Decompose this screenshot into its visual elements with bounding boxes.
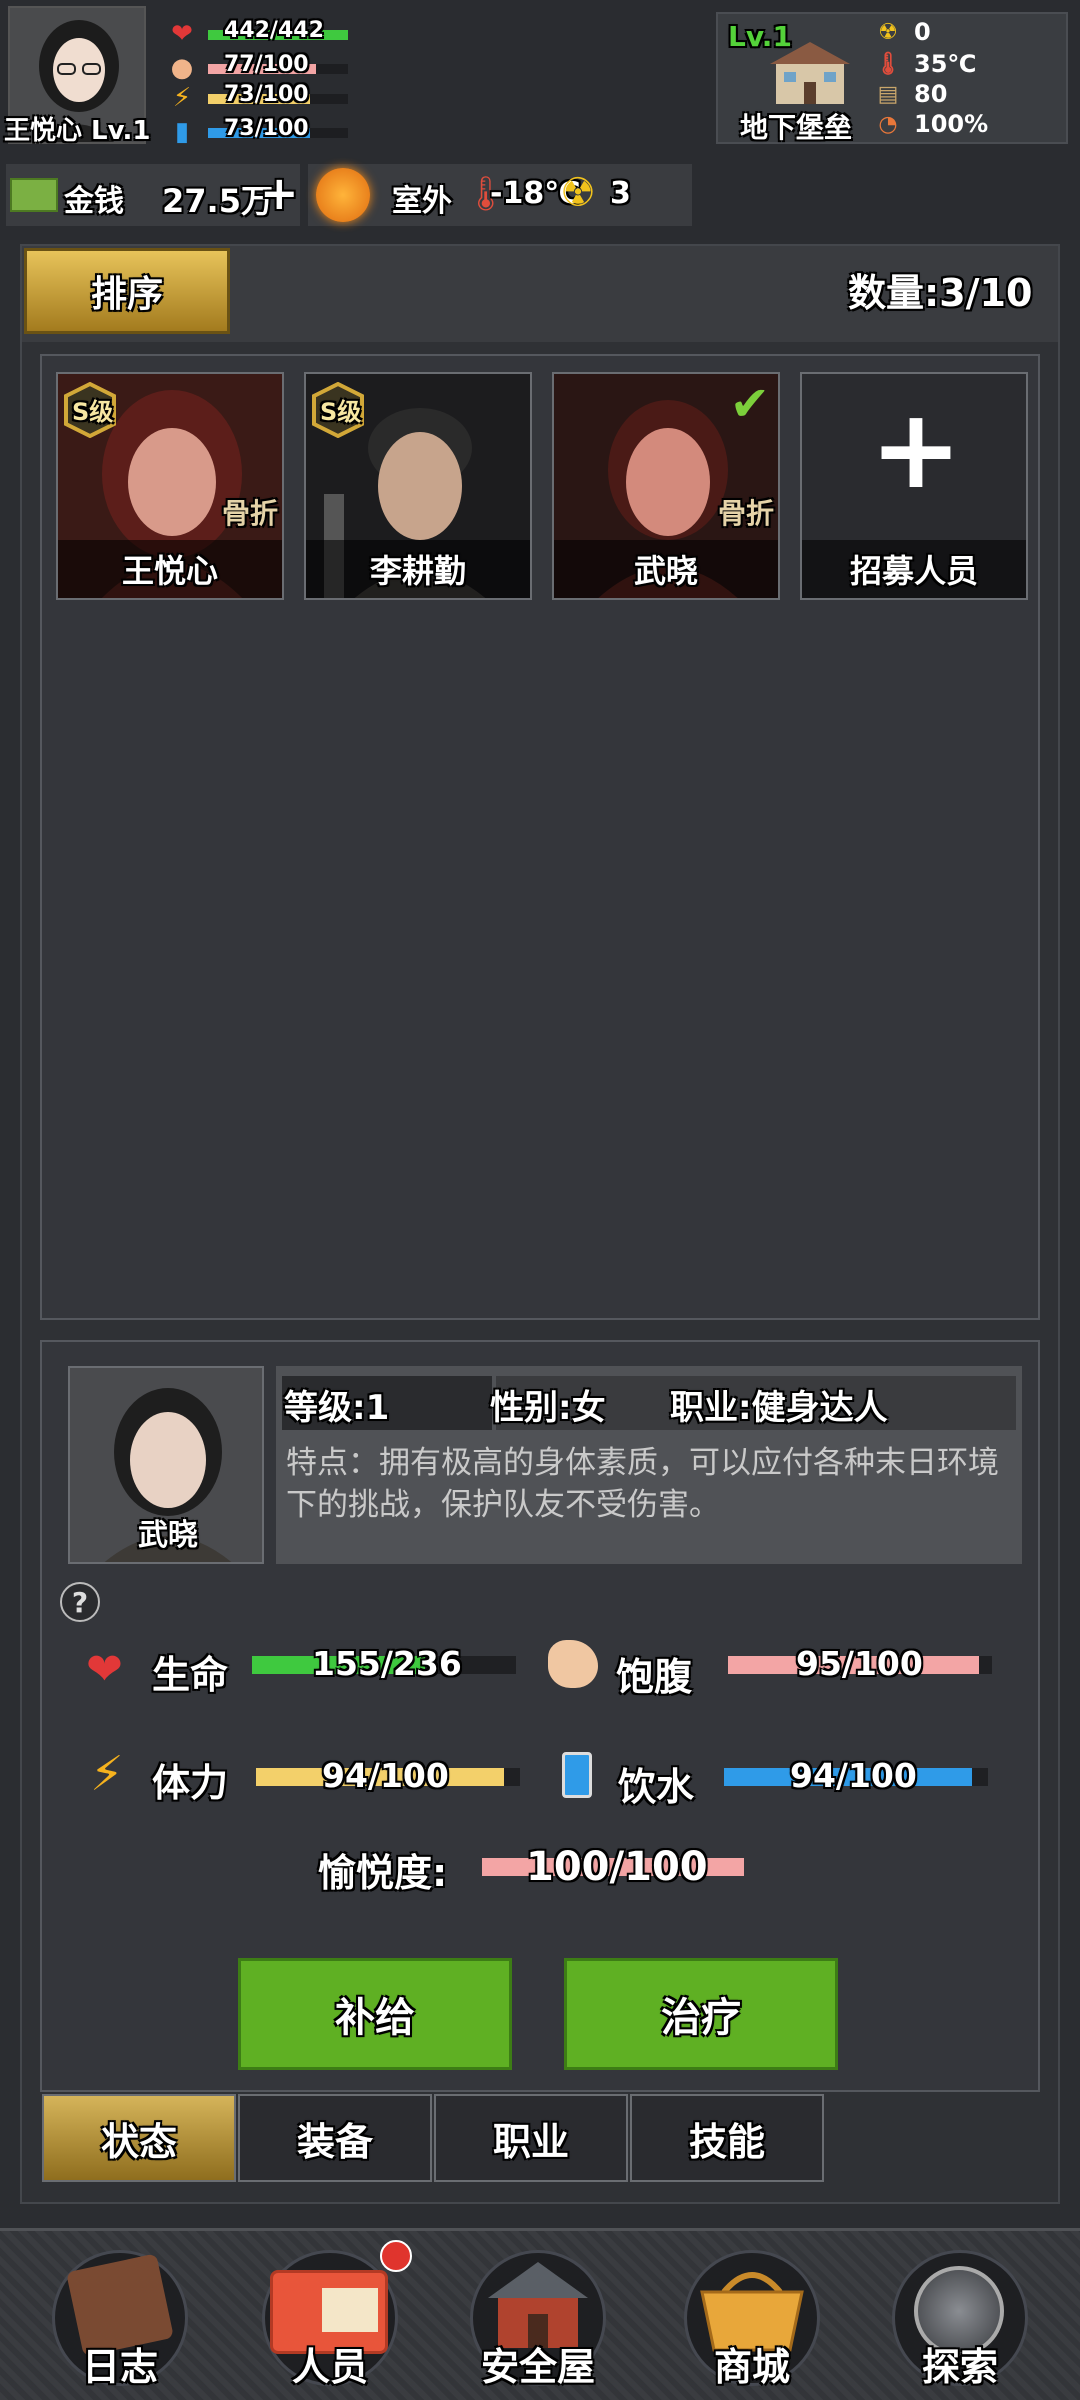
shelter-temperature-value: 35℃ bbox=[914, 50, 977, 78]
recruit-label: 招募人员 bbox=[802, 540, 1026, 598]
hunger-value: 95/100 bbox=[796, 1644, 923, 1683]
heal-button[interactable]: 治疗 bbox=[564, 1958, 838, 2070]
heart-icon: ❤ bbox=[171, 19, 193, 49]
checkmark-icon: ✔ bbox=[729, 376, 770, 432]
water-cup-icon: ▮ bbox=[174, 117, 190, 147]
shelter-supplies: ▤ 80 bbox=[874, 80, 948, 108]
player-stamina-text: 73/100 bbox=[224, 82, 309, 107]
player-stamina-row: ⚡ 73/100 bbox=[164, 82, 364, 116]
shelter-panel[interactable]: Lv.1 地下堡垒 ☢ 0 🌡 35℃ ▤ 80 ◔ 100% bbox=[716, 12, 1068, 144]
nav-explore-label: 探索 bbox=[921, 2345, 998, 2389]
integrity-ring-icon: ◔ bbox=[878, 111, 898, 137]
weather-location: 室外 bbox=[392, 184, 452, 219]
shelter-temperature: 🌡 35℃ bbox=[874, 50, 976, 78]
recruit-card[interactable]: + 招募人员 bbox=[800, 372, 1028, 600]
tab-skills[interactable]: 技能 bbox=[630, 2094, 824, 2182]
member-name: 王悦心 bbox=[58, 540, 282, 598]
player-hp-text: 442/442 bbox=[224, 18, 324, 43]
water-value: 94/100 bbox=[790, 1756, 917, 1795]
member-name: 武晓 bbox=[554, 540, 778, 598]
help-icon[interactable]: ? bbox=[60, 1582, 100, 1622]
player-hunger-text: 77/100 bbox=[224, 52, 309, 77]
tab-profession[interactable]: 职业 bbox=[434, 2094, 628, 2182]
water-cup-icon bbox=[562, 1752, 592, 1798]
nav-log[interactable]: 日志 bbox=[40, 2236, 200, 2396]
radiation-icon: ☢ bbox=[560, 170, 596, 216]
shelter-integrity-value: 100% bbox=[914, 110, 989, 138]
shelter-name: 地下堡垒 bbox=[740, 111, 853, 144]
sun-icon bbox=[316, 168, 370, 222]
tab-equipment[interactable]: 装备 bbox=[238, 2094, 432, 2182]
plus-icon: + bbox=[869, 385, 963, 513]
money-panel: 金钱 27.5万 + bbox=[6, 164, 300, 226]
radiation-icon: ☢ bbox=[878, 19, 898, 45]
member-job: 职业:健身达人 bbox=[670, 1388, 888, 1428]
id-card-face-icon bbox=[322, 2288, 378, 2332]
thermometer-icon: 🌡 bbox=[874, 51, 902, 77]
member-card-selected[interactable]: ✔ 骨折 武晓 bbox=[552, 372, 780, 600]
shelter-supplies-value: 80 bbox=[914, 80, 948, 108]
player-name: 王悦心 Lv.1 bbox=[4, 116, 151, 146]
add-money-button[interactable]: + bbox=[260, 166, 299, 220]
house-icon bbox=[770, 42, 850, 104]
nav-personnel[interactable]: 人员 bbox=[250, 2236, 412, 2396]
player-thirst-text: 73/100 bbox=[224, 116, 309, 141]
grade-label: S级 bbox=[72, 398, 114, 426]
detail-portrait-name: 武晓 bbox=[138, 1518, 198, 1553]
shelter-radiation-value: 0 bbox=[914, 18, 931, 46]
life-value: 155/236 bbox=[312, 1644, 462, 1683]
member-trait: 特点：拥有极高的身体素质，可以应付各种末日环境下的挑战，保护队友不受伤害。 bbox=[286, 1445, 999, 1523]
joy-label: 愉悦度: bbox=[318, 1851, 448, 1895]
cash-icon bbox=[10, 178, 58, 212]
water-label: 饮水 bbox=[618, 1765, 695, 1809]
money-label: 金钱 bbox=[64, 184, 124, 219]
nav-explore[interactable]: 探索 bbox=[880, 2236, 1040, 2396]
player-hp-row: ❤ 442/442 bbox=[164, 18, 364, 52]
lightning-icon: ⚡ bbox=[172, 83, 192, 113]
sort-button[interactable]: 排序 bbox=[24, 248, 230, 334]
life-label: 生命 bbox=[152, 1653, 229, 1697]
nav-safehouse-label: 安全屋 bbox=[480, 2345, 595, 2389]
hunger-label: 饱腹 bbox=[616, 1655, 693, 1699]
nav-shop[interactable]: 商城 bbox=[672, 2236, 832, 2396]
member-gender: 性别:女 bbox=[490, 1388, 606, 1428]
weather-radiation: 3 bbox=[610, 176, 631, 211]
player-hunger-row: ● 77/100 bbox=[164, 52, 364, 86]
member-level: 等级:1 bbox=[284, 1388, 390, 1428]
grade-label: S级 bbox=[320, 398, 362, 426]
supply-button[interactable]: 补给 bbox=[238, 1958, 512, 2070]
tab-status[interactable]: 状态 bbox=[42, 2094, 236, 2182]
stamina-value: 94/100 bbox=[322, 1756, 449, 1795]
notification-dot bbox=[380, 2240, 412, 2272]
member-card[interactable]: S级 骨折 王悦心 bbox=[56, 372, 284, 600]
joy-value: 100/100 bbox=[526, 1844, 708, 1890]
shelter-integrity: ◔ 100% bbox=[874, 110, 988, 138]
shelter-radiation: ☢ 0 bbox=[874, 18, 931, 46]
injury-status: 骨折 bbox=[221, 497, 278, 530]
stamina-label: 体力 bbox=[152, 1761, 229, 1805]
lightning-icon: ⚡ bbox=[90, 1746, 124, 1802]
detail-portrait: 武晓 bbox=[68, 1366, 264, 1564]
member-name: 李耕勤 bbox=[306, 540, 530, 598]
supplies-icon: ▤ bbox=[877, 81, 899, 107]
heart-icon: ❤ bbox=[86, 1644, 123, 1695]
nav-shop-label: 商城 bbox=[713, 2345, 790, 2389]
nav-safehouse[interactable]: 安全屋 bbox=[458, 2236, 618, 2396]
nav-log-label: 日志 bbox=[81, 2345, 158, 2389]
nav-personnel-label: 人员 bbox=[291, 2345, 368, 2389]
weather-panel: 室外 🌡 -18℃ ☢ 3 bbox=[308, 164, 692, 226]
stomach-icon bbox=[548, 1640, 598, 1688]
money-value: 27.5万 bbox=[162, 182, 273, 220]
member-count: 数量:3/10 bbox=[848, 271, 1033, 315]
member-card[interactable]: S级 李耕勤 bbox=[304, 372, 532, 600]
player-thirst-row: ▮ 73/100 bbox=[164, 116, 364, 150]
injury-status: 骨折 bbox=[717, 497, 774, 530]
stomach-icon: ● bbox=[170, 53, 194, 83]
